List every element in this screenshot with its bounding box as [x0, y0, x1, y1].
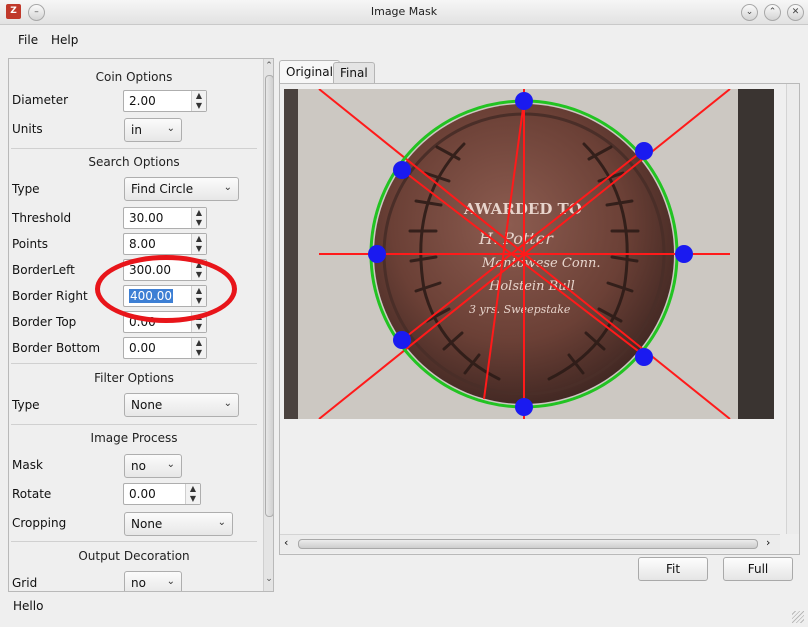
spin-up-icon[interactable]: ▲: [186, 484, 200, 494]
spin-down-icon[interactable]: ▼: [192, 348, 206, 358]
scroll-up-icon[interactable]: ⌃: [264, 61, 273, 73]
border-bottom-spinbox[interactable]: 0.00 ▲ ▼: [123, 337, 207, 359]
units-label: Units: [12, 122, 43, 136]
hscroll-thumb[interactable]: [298, 539, 758, 549]
chevron-down-icon: ⌄: [166, 123, 175, 134]
rotate-value: 0.00: [129, 487, 156, 501]
border-bottom-value: 0.00: [129, 341, 156, 355]
scroll-thumb[interactable]: [265, 75, 273, 517]
diameter-label: Diameter: [12, 93, 69, 107]
units-value: in: [131, 123, 142, 137]
spin-up-icon[interactable]: ▲: [192, 234, 206, 244]
rotate-label: Rotate: [12, 487, 52, 501]
chevron-down-icon: ⌄: [223, 182, 232, 193]
close-button[interactable]: ✕: [787, 4, 804, 21]
tab-original[interactable]: Original: [279, 60, 340, 84]
menu-help[interactable]: Help: [51, 33, 78, 47]
divider: [11, 424, 257, 425]
mask-dropdown[interactable]: no ⌄: [124, 454, 182, 478]
spin-down-icon[interactable]: ▼: [192, 101, 206, 111]
grid-label: Grid: [12, 576, 38, 590]
menu-file[interactable]: File: [18, 33, 38, 47]
scroll-right-icon[interactable]: ›: [766, 536, 770, 549]
diameter-spinbox[interactable]: 2.00 ▲ ▼: [123, 90, 207, 112]
chevron-down-icon: ⌄: [217, 517, 226, 528]
highlight-annotation: [95, 255, 237, 323]
chevron-down-icon: ⌄: [223, 398, 232, 409]
title-bar: Z – Image Mask ⌄ ⌃ ✕: [0, 0, 808, 25]
options-panel: Coin Options Diameter 2.00 ▲ ▼ Units in ⌄…: [8, 58, 274, 592]
output-decoration-header: Output Decoration: [78, 549, 190, 563]
threshold-spinbox[interactable]: 30.00 ▲ ▼: [123, 207, 207, 229]
scroll-left-icon[interactable]: ‹: [284, 536, 288, 549]
image-process-header: Image Process: [90, 431, 178, 445]
view-horizontal-scrollbar[interactable]: ‹ ›: [280, 534, 780, 553]
rotate-spinbox[interactable]: 0.00 ▲ ▼: [123, 483, 201, 505]
spin-up-icon[interactable]: ▲: [192, 91, 206, 101]
coin-text-line5: 3 yrs. Sweepstake: [469, 303, 571, 316]
mask-label: Mask: [12, 458, 43, 472]
divider: [11, 541, 257, 542]
filter-type-label: Type: [12, 398, 40, 412]
status-text: Hello: [13, 599, 44, 613]
fit-button[interactable]: Fit: [638, 557, 708, 581]
image-view: AWARDED TO H. Potter Montowese Conn. Hol…: [279, 83, 800, 555]
spin-up-icon[interactable]: ▲: [192, 208, 206, 218]
grid-value: no: [131, 576, 146, 590]
full-button[interactable]: Full: [723, 557, 793, 581]
filter-type-value: None: [131, 398, 163, 412]
spin-down-icon[interactable]: ▼: [192, 244, 206, 254]
view-vertical-scrollbar[interactable]: [786, 84, 799, 534]
maximize-button[interactable]: ⌃: [764, 4, 781, 21]
options-scrollbar[interactable]: ⌃ ⌄: [263, 59, 273, 591]
coin-text-line1: AWARDED TO: [463, 200, 582, 218]
coin-options-header: Coin Options: [95, 70, 173, 84]
chevron-down-icon: ⌄: [166, 576, 175, 587]
threshold-label: Threshold: [12, 211, 72, 225]
border-bottom-label: Border Bottom: [12, 341, 101, 355]
menu-bar: File Help: [0, 28, 808, 52]
tab-final[interactable]: Final: [333, 62, 375, 84]
divider: [11, 363, 257, 364]
window-title: Image Mask: [370, 5, 438, 18]
filter-type-dropdown[interactable]: None ⌄: [124, 393, 239, 417]
cropping-dropdown[interactable]: None ⌄: [124, 512, 233, 536]
search-type-dropdown[interactable]: Find Circle ⌄: [124, 177, 239, 201]
spin-down-icon[interactable]: ▼: [186, 494, 200, 504]
threshold-value: 30.00: [129, 211, 164, 225]
filter-options-header: Filter Options: [94, 371, 174, 385]
resize-grip-icon[interactable]: [792, 611, 804, 623]
search-type-label: Type: [12, 182, 40, 196]
diameter-value: 2.00: [129, 94, 156, 108]
spin-down-icon[interactable]: ▼: [192, 322, 206, 332]
border-left-label: BorderLeft: [12, 263, 75, 277]
image-viewport[interactable]: AWARDED TO H. Potter Montowese Conn. Hol…: [284, 89, 774, 419]
points-label: Points: [12, 237, 49, 251]
spin-down-icon[interactable]: ▼: [192, 218, 206, 228]
spin-up-icon[interactable]: ▲: [192, 338, 206, 348]
units-dropdown[interactable]: in ⌄: [124, 118, 182, 142]
divider: [11, 148, 257, 149]
points-value: 8.00: [129, 237, 156, 251]
scroll-down-icon[interactable]: ⌄: [264, 574, 273, 586]
search-options-header: Search Options: [88, 155, 180, 169]
cropping-label: Cropping: [12, 516, 67, 530]
coin-image: AWARDED TO H. Potter Montowese Conn. Hol…: [284, 89, 774, 419]
mask-value: no: [131, 459, 146, 473]
image-panel: Original Final AWARDED TO H. Potter Mont…: [276, 58, 800, 590]
grid-dropdown[interactable]: no ⌄: [124, 571, 182, 591]
cropping-value: None: [131, 517, 163, 531]
minimize-button[interactable]: ⌄: [741, 4, 758, 21]
border-right-label: Border Right: [12, 289, 88, 303]
chevron-down-icon: ⌄: [166, 459, 175, 470]
search-type-value: Find Circle: [131, 182, 194, 196]
points-spinbox[interactable]: 8.00 ▲ ▼: [123, 233, 207, 255]
border-top-label: Border Top: [12, 315, 77, 329]
